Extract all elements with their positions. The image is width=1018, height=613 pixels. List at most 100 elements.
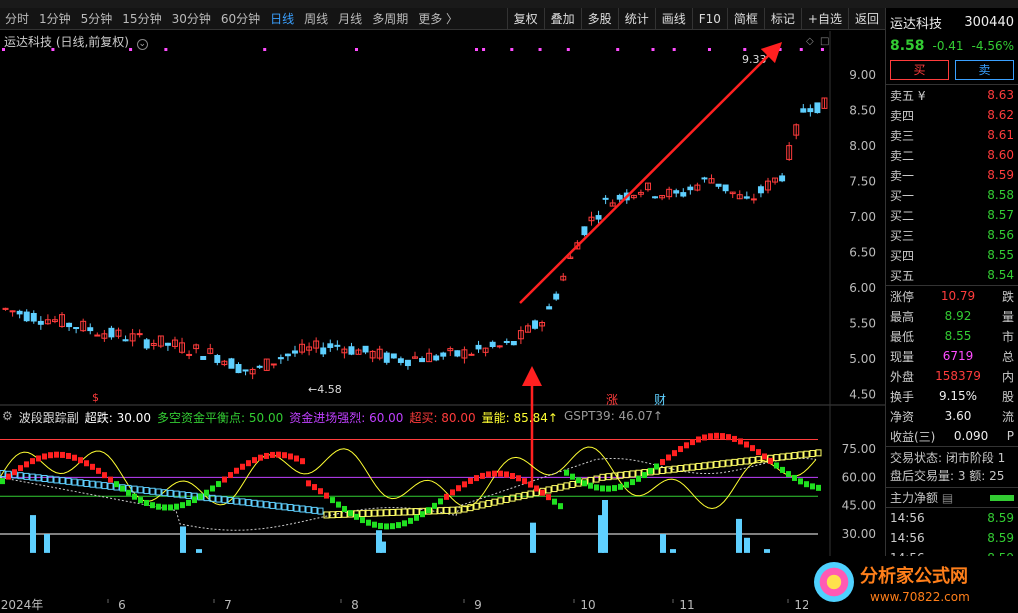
band-block xyxy=(257,500,264,508)
flow-block xyxy=(48,452,53,459)
stat-value: 8.92 xyxy=(944,309,972,323)
toolbar-button-5[interactable]: F10 xyxy=(691,7,727,30)
band-block xyxy=(311,506,318,514)
candle-body xyxy=(87,327,94,332)
expand-icon[interactable]: □ xyxy=(820,36,829,47)
flow-block xyxy=(204,489,209,496)
candle-body xyxy=(419,358,426,363)
indicator-param-5: GSPT39: 46.07↑ xyxy=(563,409,663,423)
stat-extra: 市 xyxy=(1001,329,1014,344)
period-8[interactable]: 月线 xyxy=(333,10,367,27)
period-0[interactable]: 分时 xyxy=(0,10,34,27)
flow-block xyxy=(342,505,347,512)
oversold-bar xyxy=(180,526,186,553)
stat-value: 158379 xyxy=(935,369,981,383)
period-9[interactable]: 多周期 xyxy=(367,10,413,27)
period-10[interactable]: 更多 〉 xyxy=(413,10,463,27)
band-block xyxy=(563,482,570,490)
tick-time: 14:56 xyxy=(890,511,925,525)
band-block xyxy=(719,460,726,468)
orderbook-label: 卖三 xyxy=(890,128,915,143)
flow-block xyxy=(132,493,137,500)
band-block xyxy=(215,495,222,503)
orderbook-row: 卖二 8.60 xyxy=(886,145,1018,165)
toolbar-button-2[interactable]: 多股 xyxy=(580,7,618,30)
flow-block xyxy=(282,452,287,459)
toolbar-button-9[interactable]: 返回 xyxy=(847,7,885,30)
stock-change: -0.41 xyxy=(932,39,964,53)
indicator-settings-icon[interactable]: ⚙ xyxy=(2,409,13,426)
period-5[interactable]: 60分钟 xyxy=(216,10,265,27)
flow-block xyxy=(192,497,197,504)
orderbook-label: 买二 xyxy=(890,208,915,223)
watermark-url: www.70822.com xyxy=(870,590,970,604)
signal-dot xyxy=(482,48,486,51)
candle-body xyxy=(510,340,517,346)
band-block xyxy=(707,461,714,469)
period-6[interactable]: 日线 xyxy=(265,10,299,27)
candle-body xyxy=(750,198,757,201)
stat-label: 最高 xyxy=(890,309,915,324)
flow-block xyxy=(108,476,113,483)
band-block xyxy=(251,499,258,507)
orderbook-label: 卖四 xyxy=(890,108,915,123)
candle-body xyxy=(256,365,263,368)
stat-value: 0.090 xyxy=(953,429,989,443)
flow-block xyxy=(450,489,455,496)
table-icon[interactable]: ▤ xyxy=(942,491,953,505)
candle-body xyxy=(242,369,249,372)
toolbar-button-6[interactable]: 简框 xyxy=(726,7,764,30)
band-block xyxy=(779,453,786,461)
buy-button[interactable]: 买 xyxy=(890,60,949,80)
period-2[interactable]: 5分钟 xyxy=(76,10,118,27)
flow-block xyxy=(96,467,101,474)
chart-area[interactable]: 运达科技 (日线,前复权) ⌄ 9.00 8.50 8.00 7.50 7.00 6.50… xyxy=(0,31,885,613)
flow-block xyxy=(336,501,341,508)
flow-block xyxy=(666,454,671,461)
flow-block xyxy=(498,470,503,477)
period-3[interactable]: 15分钟 xyxy=(117,10,166,27)
period-4[interactable]: 30分钟 xyxy=(167,10,216,27)
sell-button[interactable]: 卖 xyxy=(955,60,1014,80)
candle-body xyxy=(200,355,207,360)
band-block xyxy=(557,483,564,491)
flow-block xyxy=(390,523,395,530)
orderbook-row: 卖五 ¥ 8.63 xyxy=(886,85,1018,105)
trend-arrow xyxy=(519,41,783,304)
flow-block xyxy=(798,478,803,485)
indicator-axis-tick: 30.00 xyxy=(842,527,876,541)
price-axis-tick: 9.00 xyxy=(849,68,876,82)
signal-dot xyxy=(651,48,655,51)
band-block xyxy=(515,493,522,501)
tick-row: 14:56 8.59 xyxy=(886,528,1018,548)
flow-block xyxy=(168,504,173,511)
flow-block xyxy=(288,453,293,460)
orderbook-price: 8.57 xyxy=(987,208,1014,222)
toolbar-button-0[interactable]: 复权 xyxy=(506,7,544,30)
band-block xyxy=(545,486,552,494)
toolbar-button-4[interactable]: 画线 xyxy=(654,7,692,30)
toolbar-button-3[interactable]: 统计 xyxy=(617,7,655,30)
toolbar-button-7[interactable]: 标记 xyxy=(763,7,801,30)
candle-body xyxy=(235,364,242,374)
oversold-bar xyxy=(736,518,742,553)
band-block xyxy=(725,459,732,467)
low-label: ←4.58 xyxy=(308,383,342,396)
band-block xyxy=(359,510,366,518)
stat-extra: 股 xyxy=(1001,389,1014,404)
period-7[interactable]: 周线 xyxy=(299,10,333,27)
signal-dot xyxy=(538,48,542,51)
band-block xyxy=(731,458,738,466)
candle-body xyxy=(73,327,80,330)
toolbar-button-8[interactable]: +自选 xyxy=(800,7,848,30)
stat-row: 收益(三) 0.090 P xyxy=(886,426,1018,446)
signal-dot xyxy=(566,48,570,51)
stat-value: 9.15% xyxy=(938,389,978,403)
toolbar-button-1[interactable]: 叠加 xyxy=(543,7,581,30)
diamond-icon[interactable]: ◇ xyxy=(806,36,814,47)
flow-block xyxy=(594,484,599,491)
flow-block xyxy=(378,522,383,529)
stock-pct: -4.56% xyxy=(971,39,1014,53)
candle-body xyxy=(334,344,341,347)
period-1[interactable]: 1分钟 xyxy=(34,10,76,27)
